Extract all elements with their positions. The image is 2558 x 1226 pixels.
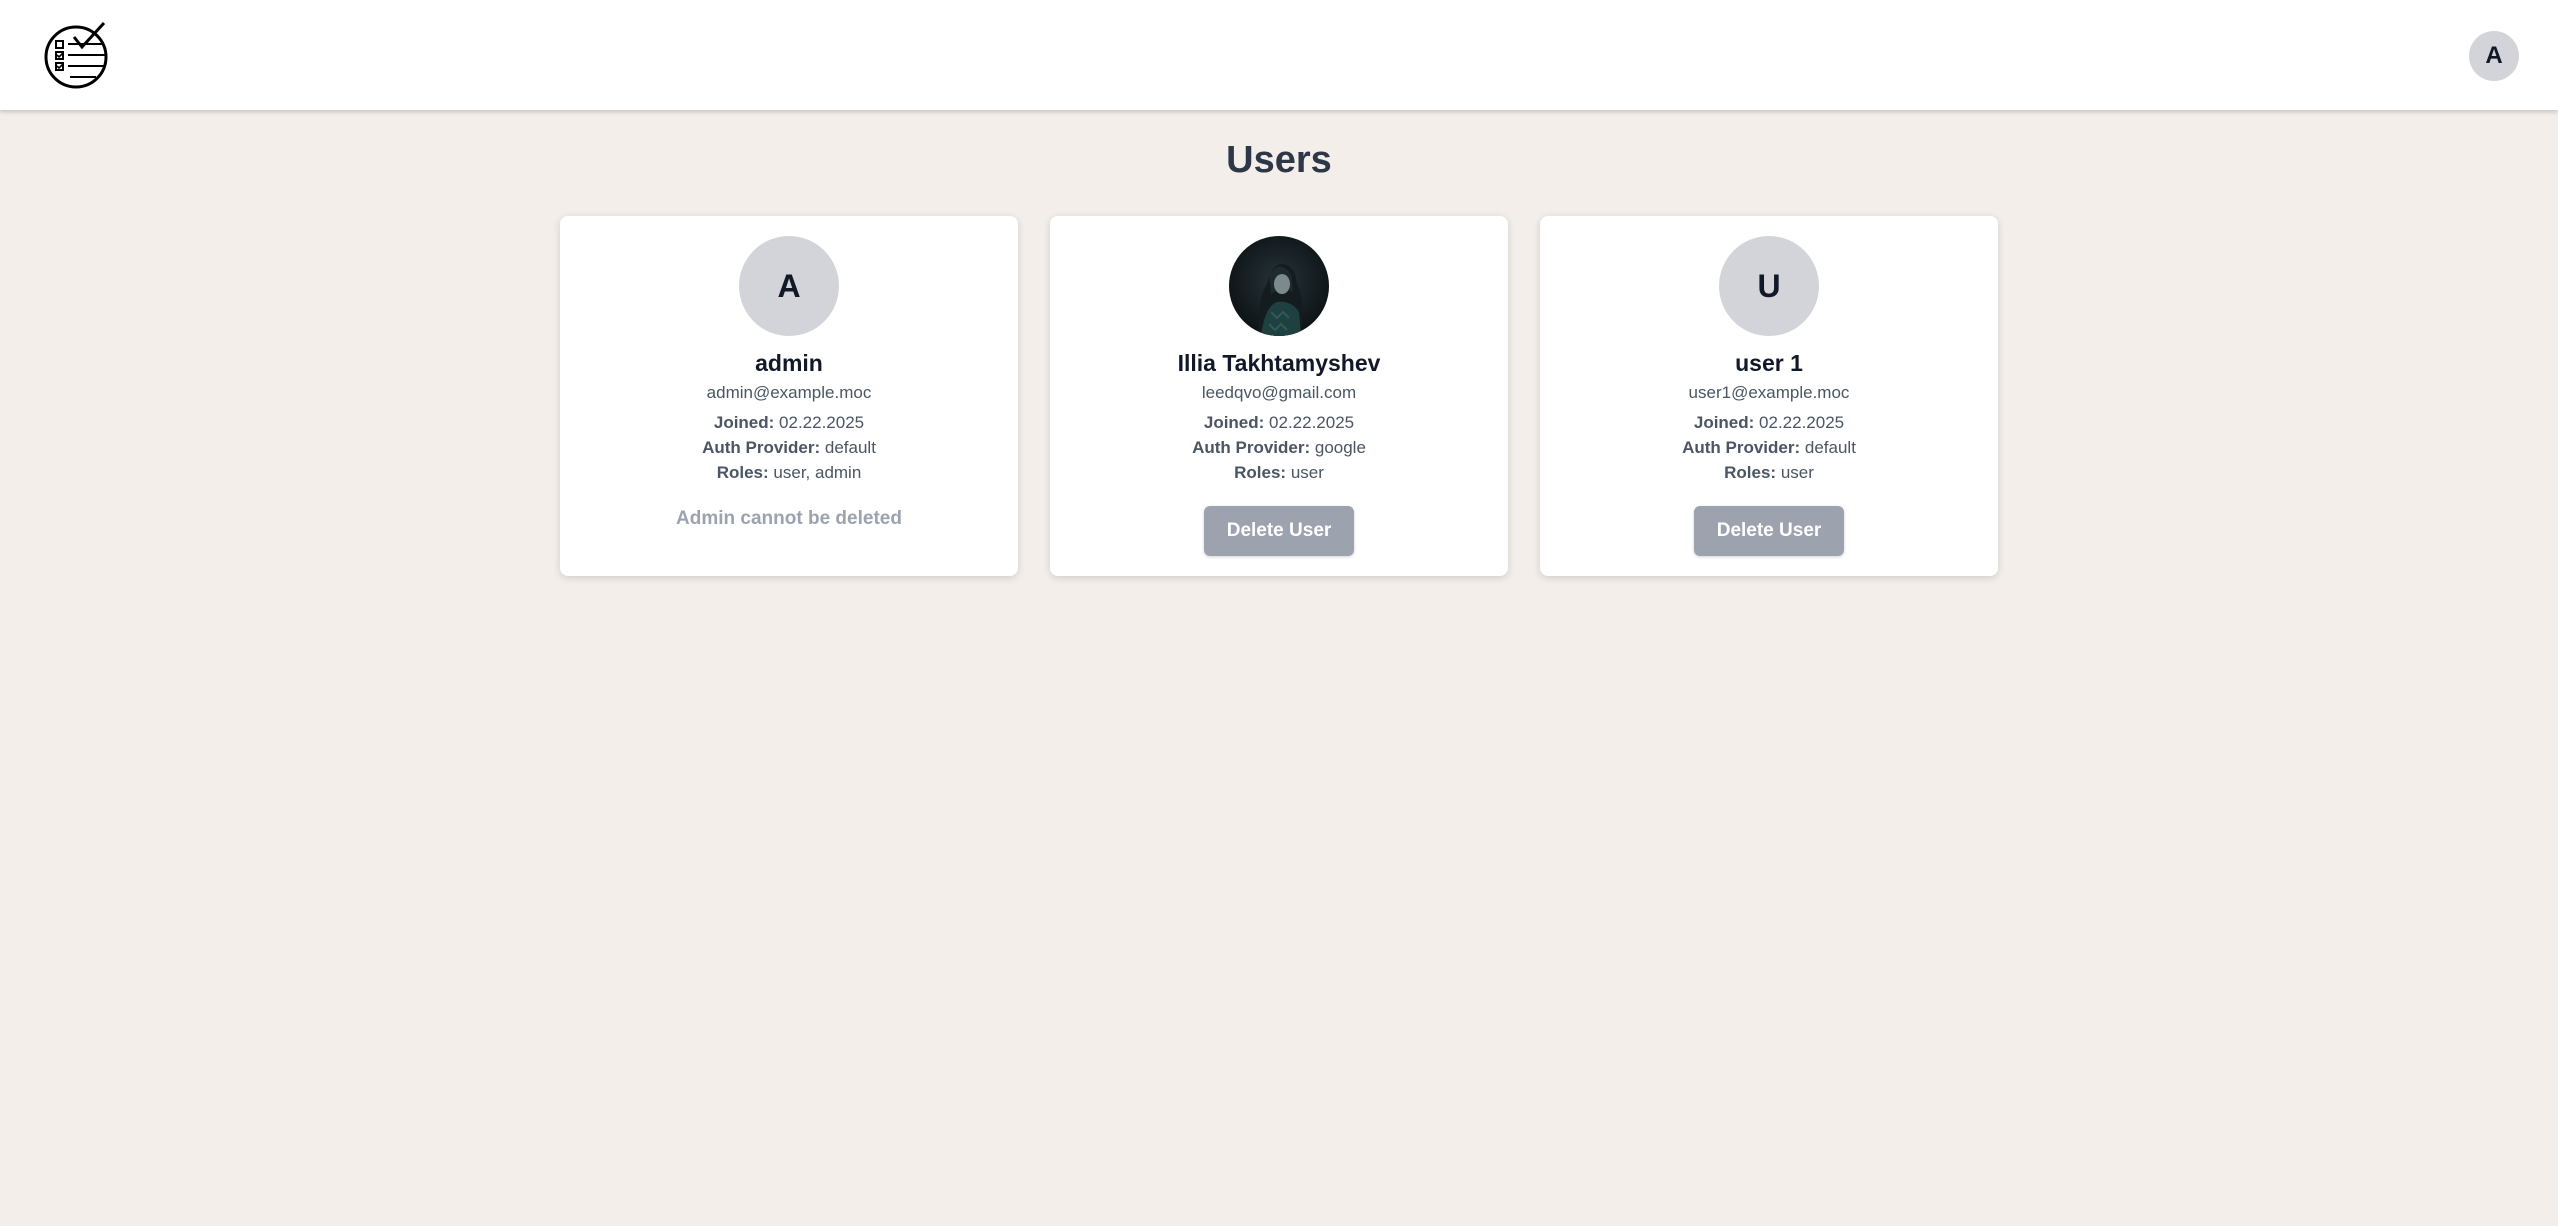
avatar [1229, 236, 1329, 336]
joined-line: Joined: 02.22.2025 [560, 412, 1018, 434]
user-card: A admin admin@example.moc Joined: 02.22.… [560, 216, 1018, 576]
user-email: user1@example.moc [1688, 383, 1850, 402]
profile-photo-icon [1229, 236, 1329, 336]
user-email: leedqvo@gmail.com [1201, 383, 1357, 402]
roles-value: user [1290, 463, 1324, 482]
avatar: A [739, 236, 839, 336]
admin-cannot-delete-note: Admin cannot be deleted [676, 508, 902, 529]
top-navbar: A [0, 0, 2558, 110]
roles-line: Roles: user [1540, 462, 1998, 484]
joined-value: 02.22.2025 [1269, 413, 1355, 432]
roles-label: Roles: [1724, 463, 1777, 482]
joined-label: Joined: [713, 413, 775, 432]
roles-label: Roles: [716, 463, 769, 482]
joined-value: 02.22.2025 [1759, 413, 1845, 432]
auth-provider-line: Auth Provider: default [560, 437, 1018, 459]
app-logo-icon[interactable] [44, 20, 114, 90]
user-name: Illia Takhtamyshev [1177, 350, 1381, 376]
auth-provider-line: Auth Provider: google [1050, 437, 1508, 459]
user-card-list: A admin admin@example.moc Joined: 02.22.… [560, 216, 2000, 576]
current-user-avatar[interactable]: A [2469, 31, 2519, 81]
joined-label: Joined: [1203, 413, 1265, 432]
page-title: Users [1226, 139, 1332, 181]
auth-provider-label: Auth Provider: [702, 438, 821, 457]
user-card: U user 1 user1@example.moc Joined: 02.22… [1540, 216, 1998, 576]
user-name: admin [755, 350, 823, 376]
auth-provider-line: Auth Provider: default [1540, 437, 1998, 459]
roles-line: Roles: user, admin [560, 462, 1018, 484]
delete-user-button[interactable]: Delete User [1694, 506, 1844, 556]
joined-label: Joined: [1693, 413, 1755, 432]
auth-provider-label: Auth Provider: [1682, 438, 1801, 457]
avatar: U [1719, 236, 1819, 336]
joined-value: 02.22.2025 [779, 413, 865, 432]
auth-provider-label: Auth Provider: [1192, 438, 1311, 457]
joined-line: Joined: 02.22.2025 [1050, 412, 1508, 434]
auth-provider-value: default [1804, 438, 1856, 457]
roles-value: user [1780, 463, 1814, 482]
auth-provider-value: google [1314, 438, 1366, 457]
delete-user-button[interactable]: Delete User [1204, 506, 1354, 556]
user-name: user 1 [1735, 350, 1803, 376]
roles-label: Roles: [1234, 463, 1287, 482]
user-card: Illia Takhtamyshev leedqvo@gmail.com Joi… [1050, 216, 1508, 576]
roles-line: Roles: user [1050, 462, 1508, 484]
joined-line: Joined: 02.22.2025 [1540, 412, 1998, 434]
user-email: admin@example.moc [706, 383, 872, 402]
auth-provider-value: default [824, 438, 876, 457]
roles-value: user, admin [773, 463, 862, 482]
